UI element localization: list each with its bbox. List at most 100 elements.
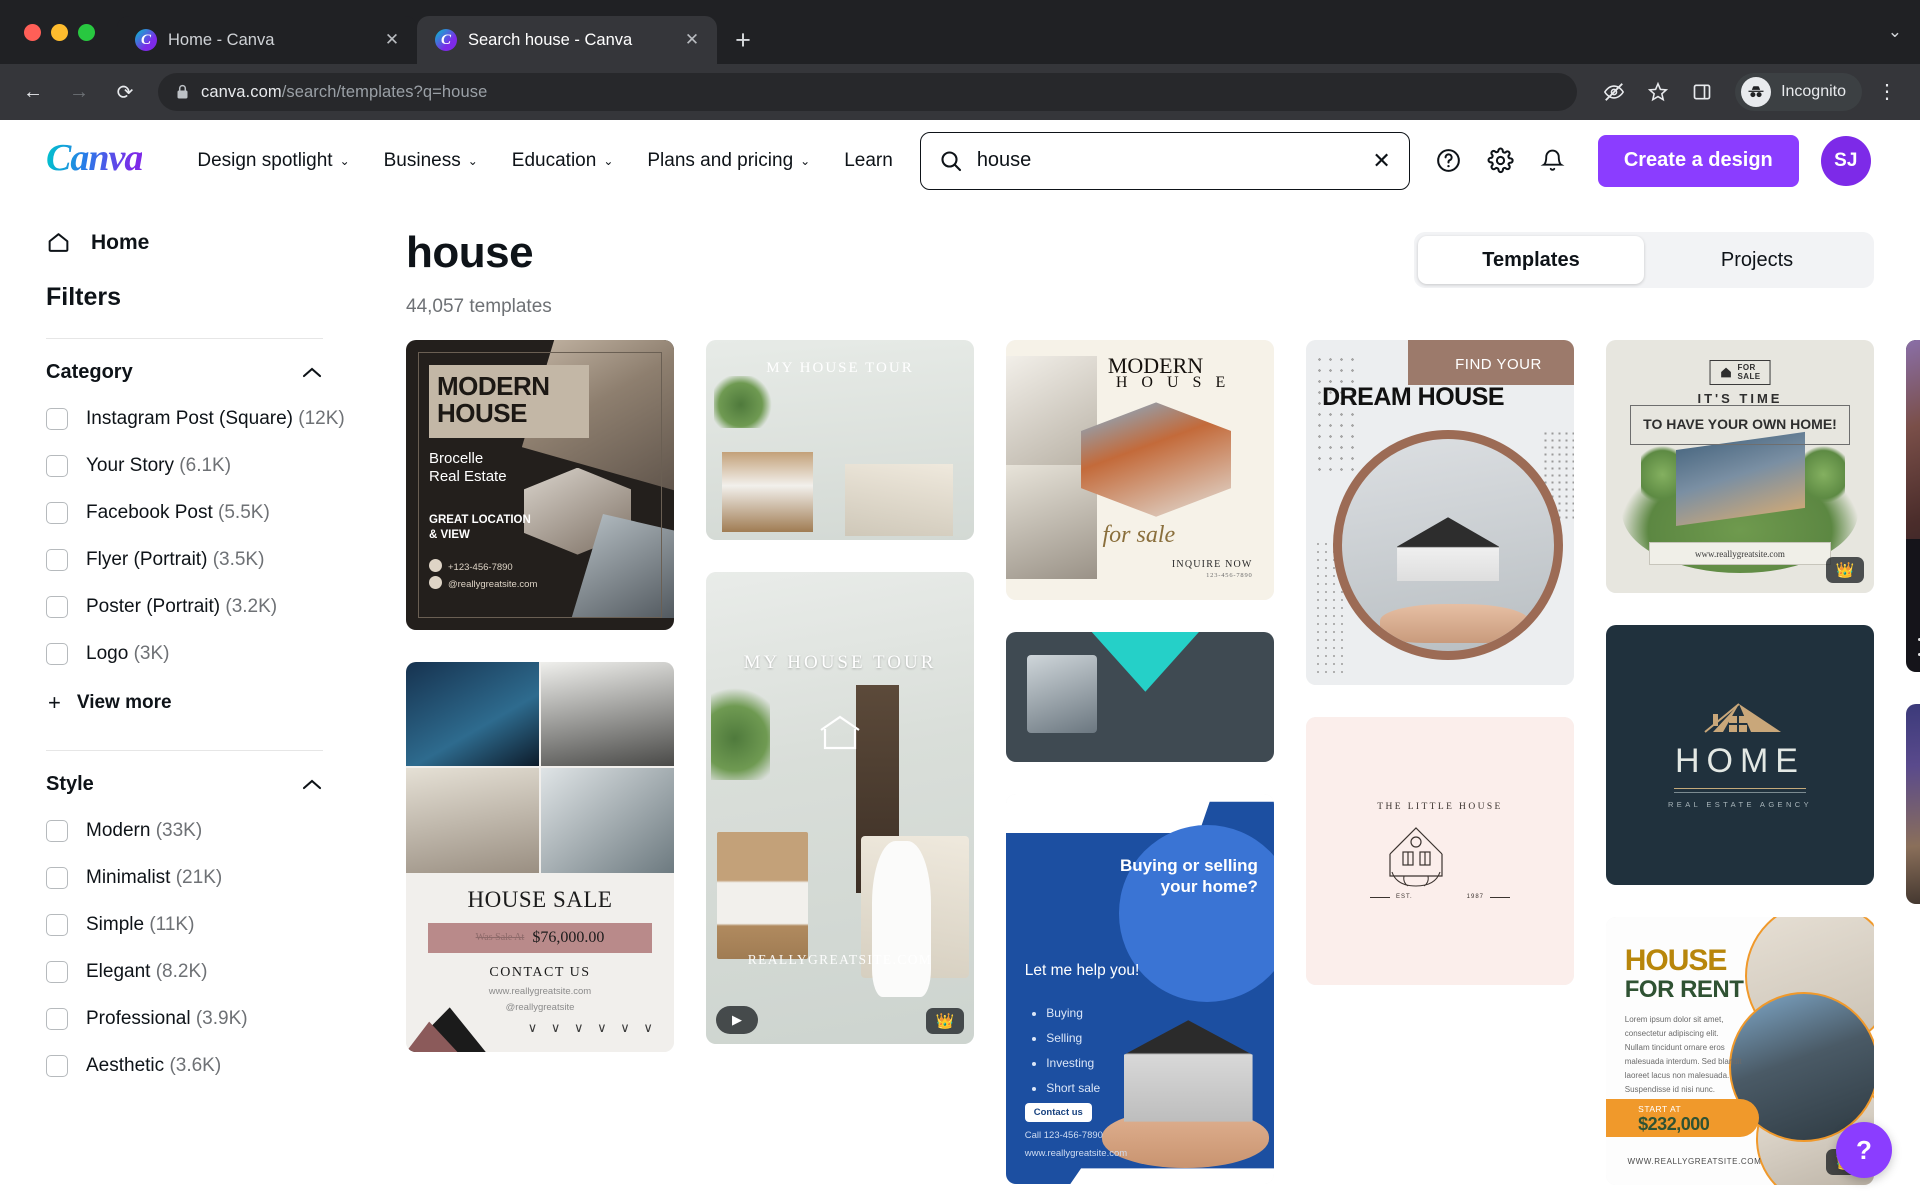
minimize-window-dot[interactable] [51, 23, 68, 41]
checkbox[interactable] [46, 596, 68, 618]
filter-label: Professional (3.9K) [86, 1008, 248, 1030]
bell-icon[interactable] [1530, 138, 1576, 184]
checkbox[interactable] [46, 914, 68, 936]
gear-icon[interactable] [1478, 138, 1524, 184]
filter-group-header-category[interactable]: Category [46, 361, 323, 384]
brand-line-2: Real Estate [429, 468, 507, 486]
collage-photo [541, 768, 674, 873]
address-bar[interactable]: canva.com/search/templates?q=house [158, 73, 1578, 111]
template-card-own-home[interactable]: FOR SALE IT'S TIME TO HAVE YOUR OWN HOME… [1606, 340, 1874, 593]
filter-item-your-story[interactable]: Your Story (6.1K) [46, 455, 323, 477]
close-icon[interactable]: ✕ [381, 29, 403, 51]
filter-label: Minimalist (21K) [86, 867, 222, 889]
reload-icon[interactable]: ⟳ [106, 73, 144, 111]
search-bar[interactable]: ✕ [919, 131, 1410, 190]
filter-name: Facebook Post [86, 502, 213, 523]
template-card-house-sale[interactable]: HOUSE SALE Was Sale At $76,000.00 CONTAC… [406, 662, 674, 1052]
tree-shape [1801, 441, 1845, 502]
cta-subtext: 123-456-7890 [1206, 572, 1253, 580]
forward-icon[interactable]: → [60, 73, 98, 111]
chevron-up-icon[interactable] [301, 778, 323, 792]
plant-shape [711, 675, 771, 780]
phone-text: +123-456-7890 [448, 561, 513, 573]
checkbox[interactable] [46, 820, 68, 842]
window-controls[interactable] [14, 0, 117, 64]
nav-business[interactable]: Business ⌄ [367, 140, 495, 182]
checkbox[interactable] [46, 961, 68, 983]
template-card-modern-house[interactable]: MODERN HOUSE Brocelle Real Estate GREAT … [406, 340, 674, 630]
browser-menu-icon[interactable]: ⋮ [1868, 73, 1906, 111]
website-text: WWW.REALLYGREATSITE.COM [1627, 1157, 1762, 1167]
filter-item-simple[interactable]: Simple (11K) [46, 914, 323, 936]
template-card-house-tour[interactable]: MY HOUSE TOUR REALLYGREATSITE.COM ▶ 👑 [706, 572, 974, 1044]
filter-item-facebook-post[interactable]: Facebook Post (5.5K) [46, 502, 323, 524]
nav-education[interactable]: Education ⌄ [495, 140, 631, 182]
close-window-dot[interactable] [24, 23, 41, 41]
price-value: $232,000 [1638, 1114, 1710, 1135]
filter-item-instagram-post-square[interactable]: Instagram Post (Square) (12K) [46, 408, 345, 430]
template-card-night-house-partial[interactable] [1906, 704, 1920, 904]
filter-item-professional[interactable]: Professional (3.9K) [46, 1008, 323, 1030]
category-view-more-button[interactable]: + View more [48, 690, 323, 716]
filter-item-logo[interactable]: Logo (3K) [46, 643, 323, 665]
filter-item-poster-portrait[interactable]: Poster (Portrait) (3.2K) [46, 596, 323, 618]
template-card-buying-selling[interactable]: Buying or selling your home? Let me help… [1006, 794, 1274, 1184]
help-icon[interactable] [1426, 138, 1472, 184]
checkbox[interactable] [46, 1055, 68, 1077]
template-artwork: HOUSE SALE Was Sale At $76,000.00 CONTAC… [406, 662, 674, 1052]
template-card-teal-partial[interactable] [1006, 632, 1274, 762]
tab-projects[interactable]: Projects [1644, 236, 1870, 284]
chevron-up-icon[interactable] [301, 366, 323, 380]
close-icon[interactable]: ✕ [1372, 148, 1390, 174]
filter-item-elegant[interactable]: Elegant (8.2K) [46, 961, 323, 983]
nav-plans-and-pricing[interactable]: Plans and pricing ⌄ [630, 140, 827, 182]
nav-design-spotlight[interactable]: Design spotlight ⌄ [180, 140, 366, 182]
checkbox[interactable] [46, 1008, 68, 1030]
filter-item-modern[interactable]: Modern (33K) [46, 820, 323, 842]
template-card-modern-house-cream[interactable]: MODERN H O U S E for sale INQUIRE NOW 12… [1006, 340, 1274, 600]
help-fab-button[interactable]: ? [1836, 1122, 1892, 1178]
new-tab-button[interactable]: + [725, 22, 761, 58]
photo-circle [1332, 429, 1564, 661]
nav-learn[interactable]: Learn [827, 140, 910, 182]
play-icon[interactable]: ▶ [716, 1006, 758, 1034]
filter-group-header-style[interactable]: Style [46, 773, 323, 796]
create-a-design-button[interactable]: Create a design [1597, 134, 1799, 187]
checkbox[interactable] [46, 867, 68, 889]
checkbox[interactable] [46, 643, 68, 665]
close-icon[interactable]: ✕ [681, 29, 703, 51]
house-photo-hex [1081, 402, 1232, 517]
template-card-dream-house[interactable]: FIND YOUR DREAM HOUSE [1306, 340, 1574, 685]
filter-count: (3.5K) [212, 549, 265, 570]
template-card-house-tour-partial[interactable]: MY HOUSE TOUR [706, 340, 974, 540]
filter-item-aesthetic[interactable]: Aesthetic (3.6K) [46, 1055, 323, 1077]
filter-item-flyer-portrait[interactable]: Flyer (Portrait) (3.5K) [46, 549, 323, 571]
back-icon[interactable]: ← [14, 73, 52, 111]
chevron-down-icon[interactable]: ⌄ [1888, 22, 1902, 42]
filter-item-minimalist[interactable]: Minimalist (21K) [46, 867, 323, 889]
profile-incognito-button[interactable]: Incognito [1735, 73, 1862, 111]
checkbox[interactable] [46, 455, 68, 477]
template-card-house-for-rent[interactable]: HOUSE FOR RENT Lorem ipsum dolor sit ame… [1606, 917, 1874, 1185]
avatar[interactable]: SJ [1820, 135, 1871, 186]
checkbox[interactable] [46, 408, 68, 430]
template-card-modern-house-dark[interactable]: MODERN HOUSE FOR SALE Child and Pet Frie… [1906, 340, 1920, 672]
template-card-little-house-logo[interactable]: THE LITTLE HOUSE EST. 1987 [1306, 717, 1574, 985]
service-list: Buying Selling Investing Short sale [1046, 1001, 1100, 1102]
checkbox[interactable] [46, 549, 68, 571]
filter-name: Flyer (Portrait) [86, 549, 208, 570]
search-input[interactable] [976, 149, 1359, 172]
filter-count: (3.2K) [225, 596, 278, 617]
maximize-window-dot[interactable] [78, 23, 95, 41]
side-panel-icon[interactable] [1683, 73, 1721, 111]
tab-templates[interactable]: Templates [1418, 236, 1644, 284]
eye-off-icon[interactable] [1595, 73, 1633, 111]
browser-tab-home[interactable]: C Home - Canva ✕ [117, 16, 417, 64]
star-icon[interactable] [1639, 73, 1677, 111]
sidebar-item-home[interactable]: Home [46, 230, 323, 255]
template-card-home-agency[interactable]: HOME REAL ESTATE AGENCY [1606, 625, 1874, 885]
filter-group-style: Style Modern (33K) Minimalist (21K) Simp… [46, 773, 323, 1077]
canva-logo[interactable]: Canva [46, 136, 143, 186]
browser-tab-search[interactable]: C Search house - Canva ✕ [417, 16, 717, 64]
checkbox[interactable] [46, 502, 68, 524]
